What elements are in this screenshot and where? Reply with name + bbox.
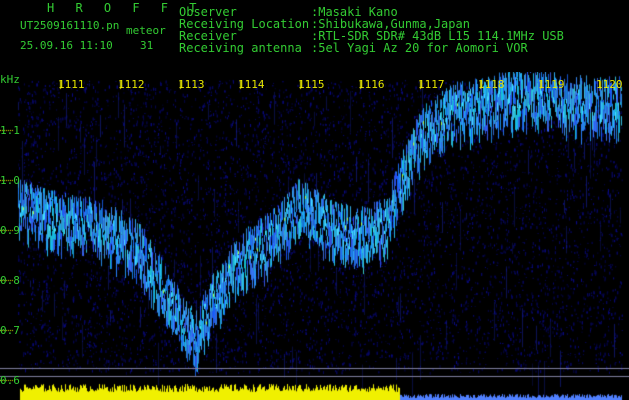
filename-label: UT2509161110.pn bbox=[20, 19, 120, 32]
x-tick-label: 1114 bbox=[238, 78, 265, 91]
waterfall-plot bbox=[0, 72, 629, 400]
x-tick-label: 1117 bbox=[418, 78, 445, 91]
antenna-label: Receiving antenna bbox=[179, 41, 302, 55]
x-tick-label: 1116 bbox=[358, 78, 385, 91]
x-tick-label: 1111 bbox=[58, 78, 85, 91]
count-label: 31 bbox=[140, 39, 154, 52]
mode-label: meteor bbox=[126, 24, 166, 37]
y-tick-label: 1.0 bbox=[0, 174, 20, 187]
y-tick-label: 1.1 bbox=[0, 124, 20, 137]
antenna-value: :5el Yagi Az 20 for Aomori VOR bbox=[311, 41, 528, 55]
x-tick-label: 1112 bbox=[118, 78, 145, 91]
datetime-label: 25.09.16 11:10 bbox=[20, 39, 113, 52]
y-tick-label: 0.9 bbox=[0, 224, 20, 237]
y-unit-label: kHz bbox=[0, 73, 20, 86]
x-tick-label: 1118 bbox=[478, 78, 505, 91]
y-tick-label: 0.7 bbox=[0, 324, 20, 337]
y-tick-label: 0.6 bbox=[0, 374, 20, 387]
spectrogram-window: H R O F F T UT2509161110.pn meteor 25.09… bbox=[0, 0, 629, 400]
y-tick-label: 0.8 bbox=[0, 274, 20, 287]
x-tick-label: 1119 bbox=[538, 78, 565, 91]
x-tick-label: 1113 bbox=[178, 78, 205, 91]
x-tick-label: 1115 bbox=[298, 78, 325, 91]
x-tick-label: 1120 bbox=[596, 78, 623, 91]
